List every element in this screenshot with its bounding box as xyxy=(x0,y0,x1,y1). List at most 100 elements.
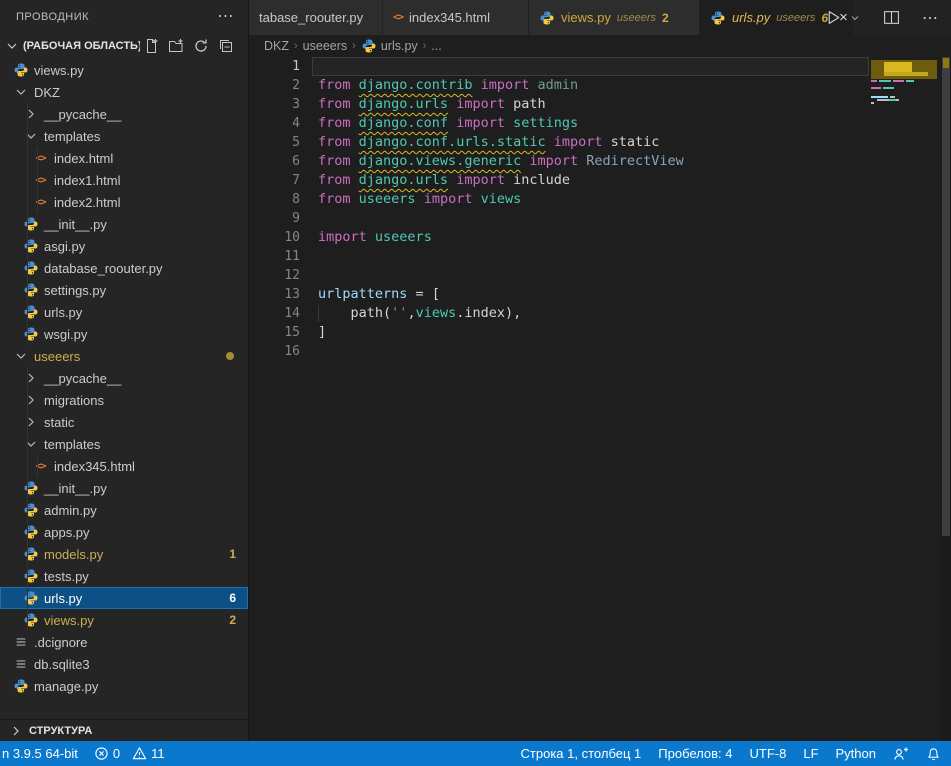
feedback-icon[interactable] xyxy=(893,746,909,762)
tree-item-urls-py[interactable]: urls.py6 xyxy=(0,587,248,609)
run-dropdown-icon[interactable] xyxy=(849,12,861,24)
code-token xyxy=(505,96,513,112)
tree-item-migrations[interactable]: migrations xyxy=(0,389,248,411)
scrollbar-thumb[interactable] xyxy=(942,57,950,536)
breadcrumb-label: DKZ xyxy=(264,39,289,53)
split-editor-icon[interactable] xyxy=(883,9,900,26)
tree-item-manage-py[interactable]: manage.py xyxy=(0,675,248,697)
code-token: views xyxy=(416,305,457,321)
python-icon xyxy=(23,546,39,562)
breadcrumb-label: ... xyxy=(431,39,441,53)
tree-item--dcignore[interactable]: .dcignore xyxy=(0,631,248,653)
breadcrumb-item-useeers[interactable]: useeers xyxy=(303,39,347,53)
code-line-2[interactable]: 2from django.contrib import admin xyxy=(249,76,951,95)
code-line-13[interactable]: 13urlpatterns = [ xyxy=(249,285,951,304)
code-line-12[interactable]: 12 xyxy=(249,266,951,285)
code-token xyxy=(546,134,554,150)
workspace-section-header[interactable]: (РАБОЧАЯ ОБЛАСТЬ) ... xyxy=(0,33,248,58)
code-line-4[interactable]: 4from django.conf import settings xyxy=(249,114,951,133)
more-actions-icon[interactable]: ⋯ xyxy=(922,8,938,28)
python-interpreter-version[interactable]: n 3.9.5 64-bit xyxy=(2,746,78,761)
tree-item--pycache-[interactable]: __pycache__ xyxy=(0,103,248,125)
status-left: n 3.9.5 64-bit 0 11 xyxy=(2,746,165,761)
tree-item--pycache-[interactable]: __pycache__ xyxy=(0,367,248,389)
tree-item-settings-py[interactable]: settings.py xyxy=(0,279,248,301)
minimap[interactable] xyxy=(871,57,941,367)
code-token: import xyxy=(529,153,578,169)
code-line-text xyxy=(312,342,869,361)
tree-item-views-py[interactable]: views.py2 xyxy=(0,609,248,631)
outline-section-header[interactable]: СТРУКТУРА xyxy=(0,719,248,741)
breadcrumb-item--[interactable]: ... xyxy=(431,39,441,53)
code-editor[interactable]: 12from django.contrib import admin3from … xyxy=(249,57,951,741)
tab-views-py[interactable]: views.pyuseeers2 xyxy=(529,0,700,35)
code-token xyxy=(416,191,424,207)
new-file-icon[interactable] xyxy=(143,38,159,54)
python-icon xyxy=(23,326,39,342)
breadcrumb-item-dkz[interactable]: DKZ xyxy=(264,39,289,53)
refresh-icon[interactable] xyxy=(193,38,209,54)
tree-item-static[interactable]: static xyxy=(0,411,248,433)
tree-item-admin-py[interactable]: admin.py xyxy=(0,499,248,521)
code-line-15[interactable]: 15] xyxy=(249,323,951,342)
code-line-10[interactable]: 10import useeers xyxy=(249,228,951,247)
code-line-8[interactable]: 8from useeers import views xyxy=(249,190,951,209)
tree-item-models-py[interactable]: models.py1 xyxy=(0,543,248,565)
eol-sequence[interactable]: LF xyxy=(803,746,818,761)
code-line-3[interactable]: 3from django.urls import path xyxy=(249,95,951,114)
tree-item-label: tests.py xyxy=(44,569,89,584)
tree-indent-guide xyxy=(37,147,38,213)
tree-item--init-py[interactable]: __init__.py xyxy=(0,213,248,235)
code-token xyxy=(351,115,359,131)
notifications-bell-icon[interactable] xyxy=(926,746,941,761)
tree-item--init-py[interactable]: __init__.py xyxy=(0,477,248,499)
new-folder-icon[interactable] xyxy=(168,38,184,54)
explorer-more-actions-icon[interactable]: ⋯ xyxy=(218,12,235,22)
tab-tabase-roouter-py[interactable]: tabase_roouter.py xyxy=(249,0,383,35)
html-icon: <> xyxy=(393,12,403,23)
indentation[interactable]: Пробелов: 4 xyxy=(658,746,732,761)
code-line-5[interactable]: 5from django.conf.urls.static import sta… xyxy=(249,133,951,152)
code-line-text xyxy=(312,209,869,228)
tab-index345-html[interactable]: <>index345.html xyxy=(383,0,529,35)
code-line-14[interactable]: 14 path('',views.index), xyxy=(249,304,951,323)
scrollbar[interactable] xyxy=(941,57,951,741)
tree-item-useeers[interactable]: useeers xyxy=(0,345,248,367)
tree-item-label: index.html xyxy=(54,151,113,166)
tree-item-views-py[interactable]: views.py xyxy=(0,59,248,81)
tree-item-icon-slot xyxy=(22,282,39,298)
code-token xyxy=(448,115,456,131)
minimap-warning-bright2 xyxy=(884,72,928,76)
code-line-text: from useeers import views xyxy=(312,190,869,209)
tree-item-asgi-py[interactable]: asgi.py xyxy=(0,235,248,257)
code-line-16[interactable]: 16 xyxy=(249,342,951,361)
breadcrumb-item-urls-py[interactable]: urls.py xyxy=(361,38,418,54)
tree-item-wsgi-py[interactable]: wsgi.py xyxy=(0,323,248,345)
tree-item-dkz[interactable]: DKZ xyxy=(0,81,248,103)
tree-item-db-sqlite3[interactable]: db.sqlite3 xyxy=(0,653,248,675)
tree-item-label: templates xyxy=(44,437,100,452)
code-line-1[interactable]: 1 xyxy=(249,57,951,76)
tree-item-tests-py[interactable]: tests.py xyxy=(0,565,248,587)
tree-item-templates[interactable]: templates xyxy=(0,125,248,147)
code-line-6[interactable]: 6from django.views.generic import Redire… xyxy=(249,152,951,171)
tree-item-database-roouter-py[interactable]: database_roouter.py xyxy=(0,257,248,279)
tree-item-icon-slot xyxy=(22,238,39,254)
language-mode[interactable]: Python xyxy=(836,746,876,761)
tree-item-urls-py[interactable]: urls.py xyxy=(0,301,248,323)
minimap-mark xyxy=(883,87,894,89)
problems-indicator[interactable]: 0 11 xyxy=(94,746,165,761)
code-line-7[interactable]: 7from django.urls import include xyxy=(249,171,951,190)
run-button[interactable] xyxy=(825,9,842,26)
tree-item-apps-py[interactable]: apps.py xyxy=(0,521,248,543)
minimap-mark xyxy=(879,80,891,82)
code-line-text xyxy=(312,57,869,76)
code-line-11[interactable]: 11 xyxy=(249,247,951,266)
cursor-position[interactable]: Строка 1, столбец 1 xyxy=(521,746,642,761)
tree-item-icon-slot: <> xyxy=(32,153,49,164)
encoding[interactable]: UTF-8 xyxy=(750,746,787,761)
explorer-sidebar: ПРОВОДНИК ⋯ (РАБОЧАЯ ОБЛАСТЬ) ... xyxy=(0,0,249,741)
tree-item-templates[interactable]: templates xyxy=(0,433,248,455)
code-line-9[interactable]: 9 xyxy=(249,209,951,228)
collapse-all-icon[interactable] xyxy=(218,38,234,54)
